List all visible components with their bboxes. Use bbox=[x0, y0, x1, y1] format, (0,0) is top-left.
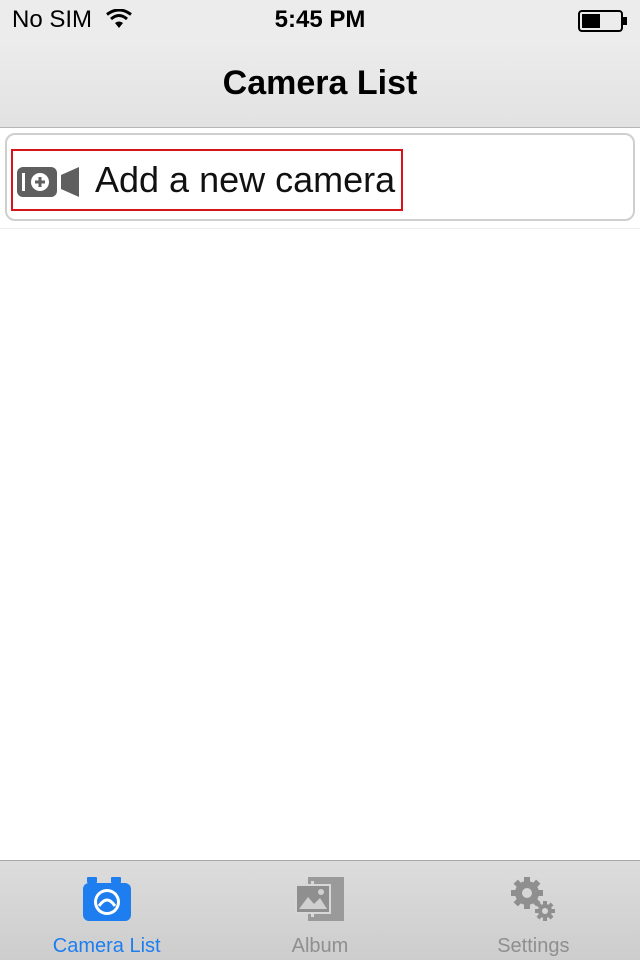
add-camera-button[interactable]: Add a new camera bbox=[5, 133, 635, 221]
tab-settings[interactable]: Settings bbox=[427, 861, 640, 960]
status-bar: No SIM 5:45 PM bbox=[0, 0, 640, 40]
album-icon bbox=[294, 877, 344, 921]
status-time: 5:45 PM bbox=[274, 6, 366, 33]
tab-album[interactable]: Album bbox=[213, 861, 426, 960]
page-title: Camera List bbox=[222, 64, 418, 102]
tab-bar: Camera List Album Settings bbox=[0, 860, 640, 960]
tab-camera-list-label: Camera List bbox=[52, 935, 161, 957]
tab-camera-list[interactable]: Camera List bbox=[0, 861, 213, 960]
camera-add-icon bbox=[17, 167, 79, 197]
navigation-bar: Camera List bbox=[0, 40, 640, 128]
row-separator bbox=[0, 228, 640, 229]
gear-icon bbox=[511, 877, 556, 921]
tab-album-label: Album bbox=[291, 935, 349, 957]
camera-list: Add a new camera bbox=[0, 129, 640, 860]
camera-icon bbox=[82, 877, 131, 921]
battery-icon bbox=[578, 10, 627, 32]
tab-settings-label: Settings bbox=[497, 935, 570, 957]
add-camera-label: Add a new camera bbox=[95, 159, 396, 200]
